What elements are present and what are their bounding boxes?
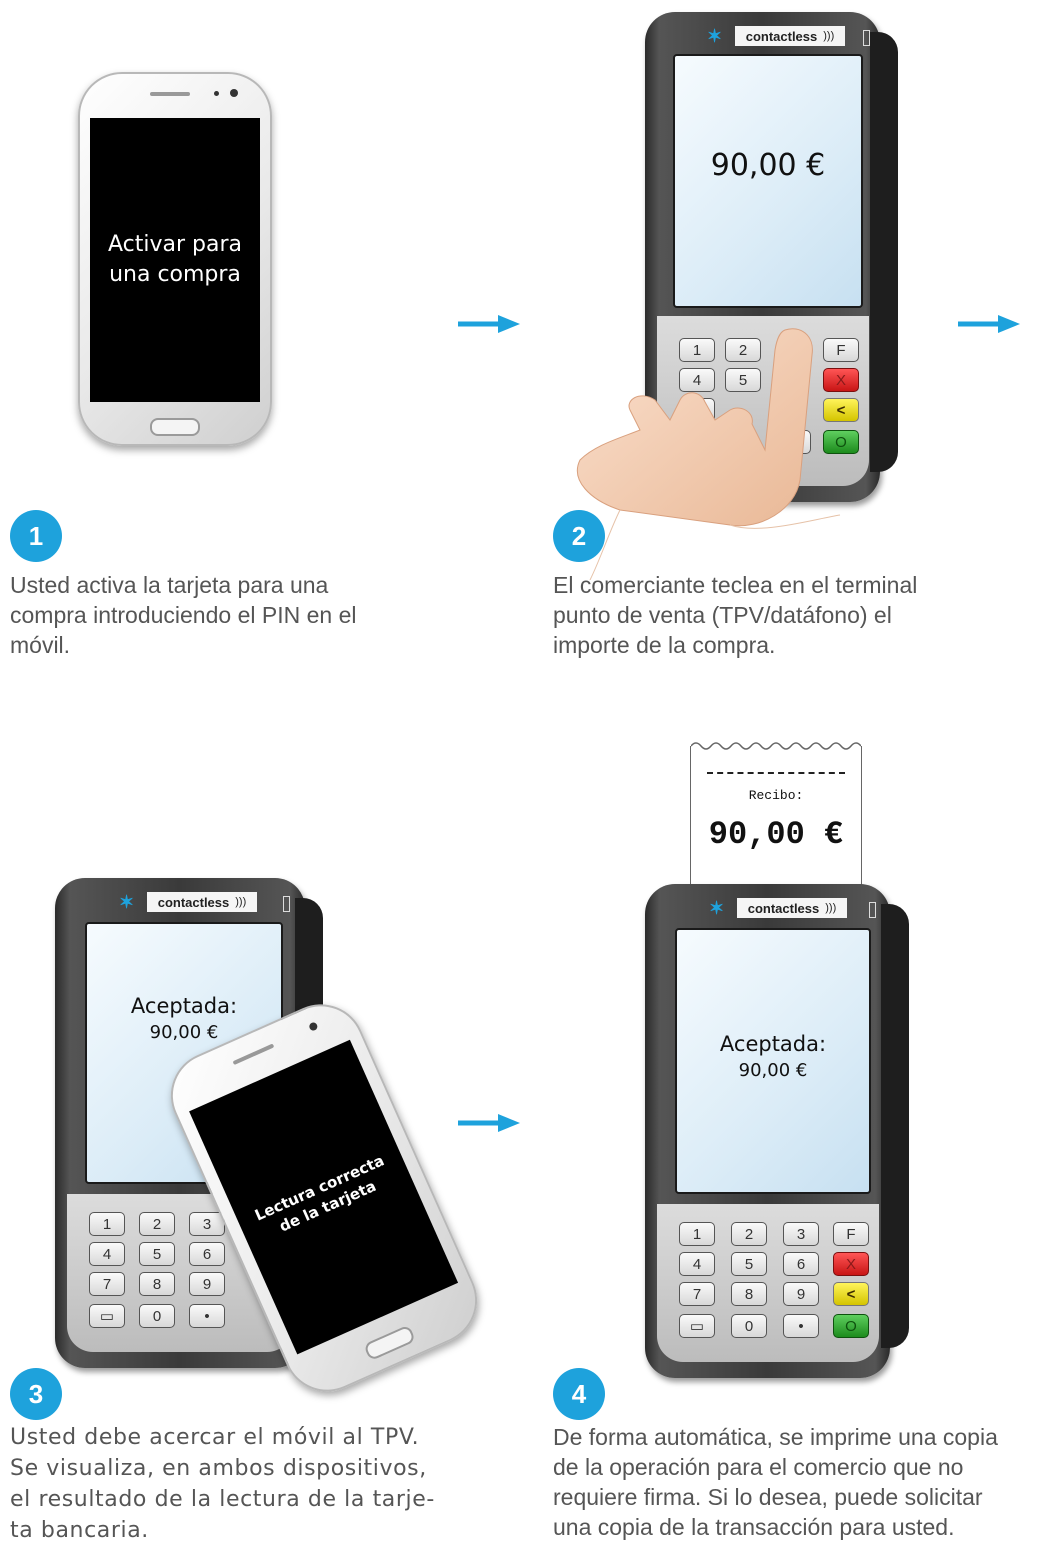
key-7[interactable]: 7 — [89, 1272, 125, 1296]
contactless-label: contactless — [157, 894, 230, 910]
phone-home-button — [150, 418, 200, 436]
key-6[interactable]: 6 — [783, 1252, 819, 1276]
receipt-label: Recibo: — [748, 788, 804, 803]
key-9[interactable]: 9 — [783, 1282, 819, 1306]
key-back[interactable]: < — [833, 1282, 869, 1306]
contactless-icon: ))) — [825, 902, 837, 914]
phone-speaker — [150, 92, 190, 96]
step-badge-1: 1 — [10, 510, 62, 562]
step-1-line: Usted activa la tarjeta para una — [10, 572, 329, 598]
phone-message-line2: una compra — [109, 262, 241, 287]
bank-logo-icon: ✶ — [119, 892, 135, 912]
key-3[interactable]: 3 — [783, 1222, 819, 1246]
key-ok[interactable]: O — [833, 1314, 869, 1338]
pos-side — [881, 904, 909, 1348]
contactless-label: contactless — [747, 900, 820, 916]
key-printer-icon[interactable]: ▭ — [679, 1314, 715, 1338]
step-4-description: De forma automática, se imprime una copi… — [553, 1422, 998, 1542]
step-4-line: una copia de la transacción para usted. — [553, 1514, 955, 1540]
key-4[interactable]: 4 — [89, 1242, 125, 1266]
pos-side — [870, 32, 898, 472]
key-dot[interactable]: • — [189, 1304, 225, 1328]
step-3-line: el resultado de la lectura de la tarje- — [10, 1487, 435, 1512]
key-1[interactable]: 1 — [89, 1212, 125, 1236]
key-5[interactable]: 5 — [731, 1252, 767, 1276]
pos-amount: 90,00 € — [738, 1060, 808, 1081]
step-2-line: importe de la compra. — [553, 632, 776, 658]
phone-home-button — [363, 1324, 417, 1362]
arrow-right-icon — [458, 315, 520, 333]
step-1-description: Usted activa la tarjeta para una compra … — [10, 570, 356, 660]
phone-camera — [230, 89, 238, 97]
key-0[interactable]: 0 — [139, 1304, 175, 1328]
arrow-right-icon — [458, 1114, 520, 1132]
step-4-line: requiere firma. Si lo desea, puede solic… — [553, 1484, 983, 1510]
hand-illustration — [576, 328, 841, 580]
pos-screen: Aceptada: 90,00 € — [675, 928, 871, 1194]
key-4[interactable]: 4 — [679, 1252, 715, 1276]
key-8[interactable]: 8 — [731, 1282, 767, 1306]
key-printer-icon[interactable]: ▭ — [89, 1304, 125, 1328]
battery-icon — [869, 902, 876, 918]
step-1-line: móvil. — [10, 632, 71, 658]
step-2-line: El comerciante teclea en el terminal — [553, 572, 918, 598]
pos-status: Aceptada: — [719, 1032, 827, 1056]
phone-sensor — [214, 91, 219, 96]
phone-camera — [308, 1021, 319, 1032]
pos-amount: 90,00 € — [710, 148, 826, 183]
key-1[interactable]: 1 — [679, 1222, 715, 1246]
phone-message-line1: Activar para — [107, 232, 242, 257]
key-5[interactable]: 5 — [139, 1242, 175, 1266]
key-cancel[interactable]: X — [833, 1252, 869, 1276]
pos-header: contactless ))) — [147, 892, 257, 912]
receipt-divider — [707, 772, 845, 774]
pos-header: contactless ))) — [737, 898, 847, 918]
bank-logo-icon: ✶ — [707, 26, 723, 46]
pos-header: contactless ))) — [735, 26, 845, 46]
step-badge-3: 3 — [10, 1368, 62, 1420]
step-badge-2: 2 — [553, 510, 605, 562]
key-0[interactable]: 0 — [731, 1314, 767, 1338]
key-f[interactable]: F — [833, 1222, 869, 1246]
phone-screen: Activar para una compra — [90, 118, 260, 402]
step-3-line: Se visualiza, en ambos dispositivos, — [10, 1456, 427, 1481]
contactless-label: contactless — [745, 28, 818, 44]
smartphone-step1: Activar para una compra — [78, 72, 272, 446]
phone-speaker — [232, 1043, 275, 1066]
step-4-line: De forma automática, se imprime una copi… — [553, 1424, 998, 1450]
key-8[interactable]: 8 — [139, 1272, 175, 1296]
bank-logo-icon: ✶ — [709, 898, 725, 918]
key-7[interactable]: 7 — [679, 1282, 715, 1306]
contactless-icon: ))) — [823, 30, 835, 42]
arrow-right-icon — [958, 315, 1020, 333]
pos-screen: 90,00 € — [673, 54, 863, 308]
pos-status: Aceptada: — [130, 994, 238, 1018]
contactless-icon: ))) — [235, 896, 247, 908]
pos-amount: 90,00 € — [149, 1022, 219, 1043]
key-2[interactable]: 2 — [731, 1222, 767, 1246]
battery-icon — [283, 896, 290, 912]
step-2-description: El comerciante teclea en el terminal pun… — [553, 570, 917, 660]
step-3-line: Usted debe acercar el móvil al TPV. — [10, 1425, 420, 1450]
step-badge-4: 4 — [553, 1368, 605, 1420]
step-3-line: ta bancaria. — [10, 1518, 149, 1543]
receipt: Recibo: 90,00 € — [690, 742, 862, 896]
key-9[interactable]: 9 — [189, 1272, 225, 1296]
step-3-description: Usted debe acercar el móvil al TPV. Se v… — [10, 1422, 435, 1546]
key-2[interactable]: 2 — [139, 1212, 175, 1236]
receipt-amount: 90,00 € — [708, 816, 844, 853]
key-dot[interactable]: • — [783, 1314, 819, 1338]
step-2-line: punto de venta (TPV/datáfono) el — [553, 602, 892, 628]
receipt-torn-edge — [691, 742, 861, 750]
battery-icon — [863, 30, 870, 46]
pos-terminal-step4: ✶ contactless ))) Aceptada: 90,00 € 1 2 … — [645, 884, 909, 1378]
step-4-line: de la operación para el comercio que no — [553, 1454, 964, 1480]
key-6[interactable]: 6 — [189, 1242, 225, 1266]
step-1-line: compra introduciendo el PIN en el — [10, 602, 357, 628]
